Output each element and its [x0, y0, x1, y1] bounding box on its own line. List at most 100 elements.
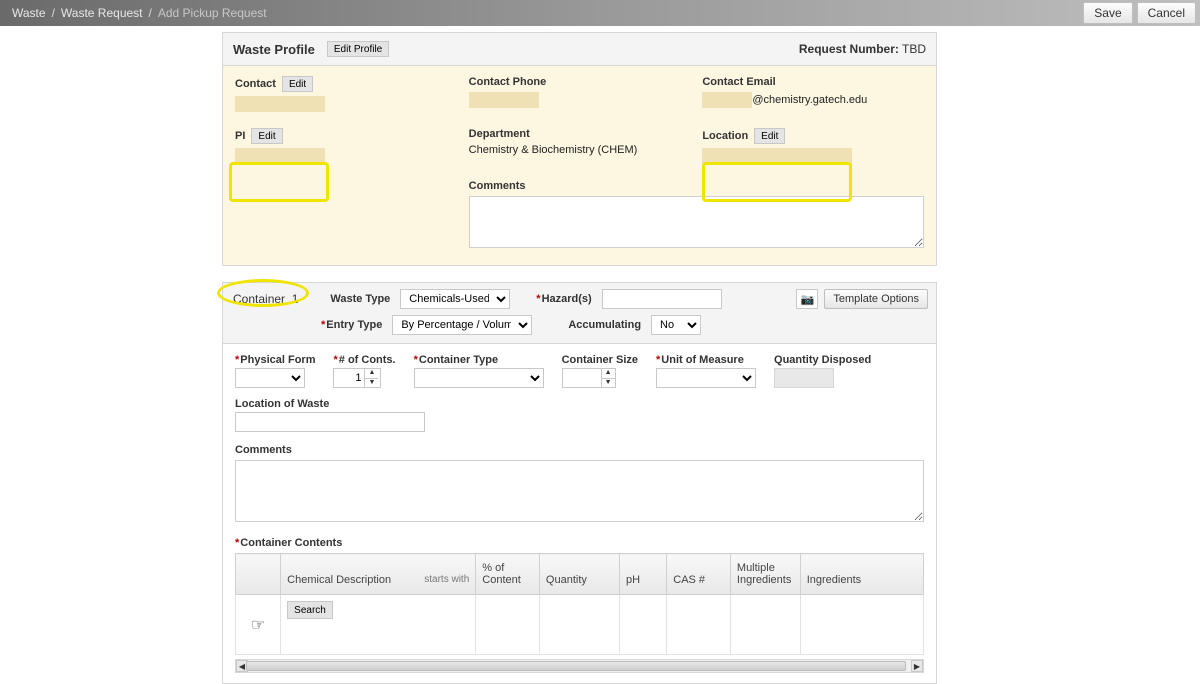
table-hscroll[interactable]: ◀ ▶	[235, 659, 924, 673]
top-bar: Waste / Waste Request / Add Pickup Reque…	[0, 0, 1200, 26]
location-value-masked	[702, 148, 852, 164]
edit-pi-button[interactable]: Edit	[251, 128, 282, 144]
container-contents-label: *Container Contents	[235, 537, 924, 549]
cell-qty[interactable]	[539, 595, 619, 655]
spinner-up[interactable]: ▲	[365, 369, 378, 379]
camera-button[interactable]: 📷	[796, 289, 818, 309]
breadcrumb: Waste / Waste Request / Add Pickup Reque…	[12, 6, 267, 20]
num-conts-input[interactable]	[334, 369, 364, 387]
cell-multi[interactable]	[730, 595, 800, 655]
th-chem-desc[interactable]: Chemical Description starts with	[281, 554, 476, 595]
highlight-pi	[229, 162, 329, 202]
uom-select[interactable]	[656, 368, 756, 388]
qty-disposed-value	[774, 368, 834, 388]
cancel-button[interactable]: Cancel	[1137, 2, 1196, 24]
container-bar: Container 1 Waste Type Chemicals-Used *H…	[222, 282, 937, 344]
profile-comments-label: Comments	[469, 180, 526, 192]
field-location: Location Edit	[702, 128, 924, 164]
breadcrumb-waste-request[interactable]: Waste Request	[61, 6, 143, 20]
hazards-label: *Hazard(s)	[536, 293, 591, 305]
entry-type-select[interactable]: By Percentage / Volume	[392, 315, 532, 335]
contact-value-masked	[235, 96, 325, 112]
cell-ph[interactable]	[620, 595, 667, 655]
details-comments-label: Comments	[235, 444, 924, 456]
table-row: ☞ Search	[236, 595, 924, 655]
save-button[interactable]: Save	[1083, 2, 1132, 24]
template-options-button[interactable]: Template Options	[824, 289, 928, 309]
container-size-label: Container Size	[562, 354, 638, 366]
waste-type-select[interactable]: Chemicals-Used	[400, 289, 510, 309]
department-label: Department	[469, 128, 530, 140]
field-profile-comments: Comments	[469, 180, 924, 251]
details-comments-input[interactable]	[235, 460, 924, 522]
request-number: Request Number: TBD	[799, 42, 926, 56]
th-ph[interactable]: pH	[620, 554, 667, 595]
contact-email-user-masked	[702, 92, 752, 108]
size-up[interactable]: ▲	[602, 369, 615, 379]
entry-type-label: *Entry Type	[321, 319, 382, 331]
waste-type-label: Waste Type	[330, 293, 390, 305]
physical-form-label: *Physical Form	[235, 354, 315, 366]
accumulating-select[interactable]: No	[651, 315, 701, 335]
container-title-num: 1	[292, 292, 299, 306]
contact-email-label: Contact Email	[702, 76, 775, 88]
cell-ingredients[interactable]	[800, 595, 923, 655]
container-size-input[interactable]	[562, 368, 602, 388]
contact-label: Contact	[235, 78, 276, 90]
hazards-input[interactable]	[602, 289, 722, 309]
container-title-label: Container	[233, 292, 285, 306]
row-handle[interactable]: ☞	[236, 595, 281, 655]
department-value: Chemistry & Biochemistry (CHEM)	[469, 144, 691, 156]
search-chem-button[interactable]: Search	[287, 601, 333, 619]
edit-location-button[interactable]: Edit	[754, 128, 785, 144]
cell-cas[interactable]	[667, 595, 731, 655]
top-actions: Save Cancel	[1083, 0, 1200, 26]
physical-form-select[interactable]	[235, 368, 305, 388]
scroll-thumb[interactable]	[246, 661, 906, 671]
waste-profile-title: Waste Profile	[233, 42, 315, 57]
scroll-right-icon[interactable]: ▶	[911, 660, 923, 672]
contact-phone-value-masked	[469, 92, 539, 108]
th-multi[interactable]: Multiple Ingredients	[730, 554, 800, 595]
contact-phone-label: Contact Phone	[469, 76, 547, 88]
accumulating-label: Accumulating	[568, 319, 641, 331]
field-department: Department Chemistry & Biochemistry (CHE…	[469, 128, 691, 164]
qty-disposed-label: Quantity Disposed	[774, 354, 871, 366]
th-qty[interactable]: Quantity	[539, 554, 619, 595]
hand-icon: ☞	[251, 617, 265, 634]
field-contact-phone: Contact Phone	[469, 76, 691, 112]
th-ingredients[interactable]: Ingredients	[800, 554, 923, 595]
location-of-waste-label: Location of Waste	[235, 398, 425, 410]
field-pi: PI Edit	[235, 128, 457, 164]
waste-profile-header: Waste Profile Edit Profile Request Numbe…	[222, 32, 937, 66]
request-number-value: TBD	[902, 42, 926, 56]
starts-with-hint: starts with	[424, 574, 469, 585]
num-conts-label: *# of Conts.	[333, 354, 395, 366]
location-of-waste-input[interactable]	[235, 412, 425, 432]
container-details: *Physical Form *# of Conts. ▲▼ *Containe…	[222, 344, 937, 684]
th-thumb	[236, 554, 281, 595]
contents-table: Chemical Description starts with % of Co…	[235, 553, 924, 655]
spinner-down[interactable]: ▼	[365, 379, 378, 388]
edit-contact-button[interactable]: Edit	[282, 76, 313, 92]
breadcrumb-sep: /	[52, 6, 55, 20]
num-conts-spinner[interactable]: ▲▼	[333, 368, 381, 388]
waste-profile-body: Contact Edit Contact Phone Contact Email…	[222, 66, 937, 266]
edit-profile-button[interactable]: Edit Profile	[327, 41, 389, 57]
location-label: Location	[702, 130, 748, 142]
container-type-select[interactable]	[414, 368, 544, 388]
breadcrumb-sep: /	[149, 6, 152, 20]
contact-email-domain: @chemistry.gatech.edu	[752, 94, 867, 106]
th-cas[interactable]: CAS #	[667, 554, 731, 595]
cell-chem-desc[interactable]: Search	[281, 595, 476, 655]
request-number-label: Request Number:	[799, 42, 899, 56]
container-type-label: *Container Type	[414, 354, 544, 366]
th-pct[interactable]: % of Content	[476, 554, 540, 595]
breadcrumb-waste[interactable]: Waste	[12, 6, 46, 20]
camera-icon: 📷	[801, 293, 815, 306]
cell-pct[interactable]	[476, 595, 540, 655]
container-title: Container 1	[231, 290, 304, 308]
profile-comments-input[interactable]	[469, 196, 924, 248]
field-contact: Contact Edit	[235, 76, 457, 112]
size-down[interactable]: ▼	[602, 379, 615, 388]
